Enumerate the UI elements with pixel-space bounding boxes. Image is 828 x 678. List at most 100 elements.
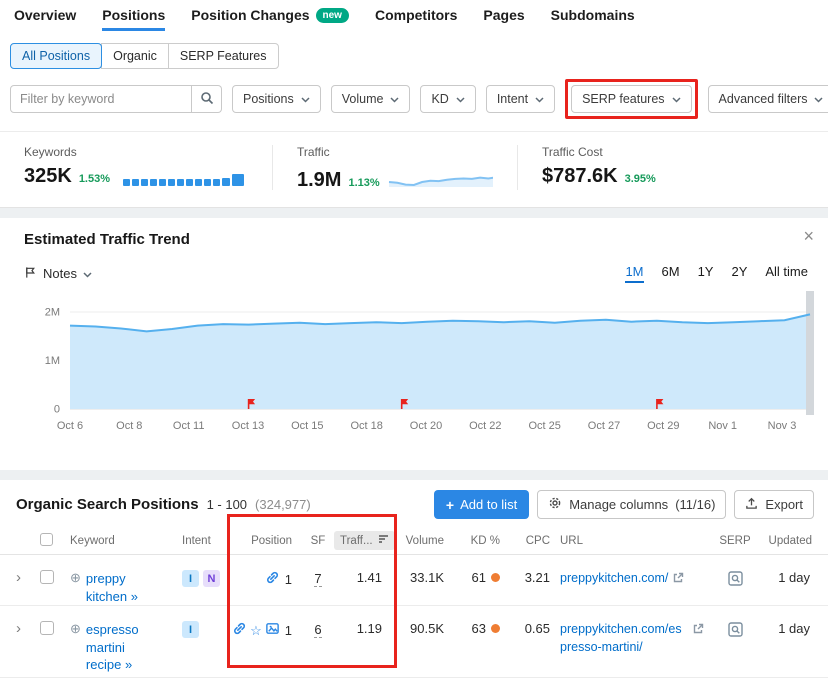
dropdown-label: Positions (243, 92, 294, 106)
updated-value: 1 day (758, 606, 818, 636)
external-link-icon[interactable] (692, 623, 704, 638)
expand-row-icon[interactable]: › (10, 606, 40, 636)
header-url[interactable]: URL (560, 535, 712, 547)
notes-dropdown[interactable]: Notes (24, 266, 92, 282)
chevron-down-icon (535, 92, 544, 106)
traffic-value: 1.41 (357, 570, 382, 585)
flag-icon (24, 266, 37, 282)
select-all-checkbox[interactable] (40, 533, 53, 546)
expand-row-icon[interactable]: › (10, 555, 40, 585)
nav-label: Competitors (375, 7, 457, 23)
nav-label: Positions (102, 7, 165, 23)
header-intent[interactable]: Intent (182, 535, 232, 547)
row-checkbox[interactable] (40, 621, 54, 635)
keyword-filter (10, 85, 222, 113)
table-total-count: (324,977) (255, 497, 311, 512)
table-title: Organic Search Positions (16, 496, 199, 513)
header-cpc[interactable]: CPC (510, 535, 560, 547)
advanced-filters-dropdown[interactable]: Advanced filters (708, 85, 828, 113)
add-to-list-button[interactable]: + Add to list (434, 490, 529, 519)
new-badge: new (316, 8, 349, 23)
header-volume[interactable]: Volume (392, 535, 454, 547)
nav-item-pages[interactable]: Pages (483, 0, 524, 31)
traffic-cost-delta: 3.95% (625, 173, 656, 186)
dropdown-label: Intent (497, 92, 528, 106)
search-button[interactable] (192, 85, 222, 113)
tab-serp-features[interactable]: SERP Features (168, 43, 279, 69)
range-1m[interactable]: 1M (625, 264, 643, 283)
sort-icon (378, 534, 389, 547)
traffic-trend-card: Estimated Traffic Trend × Notes 1M 6M 1Y… (0, 218, 828, 470)
nav-item-competitors[interactable]: Competitors (375, 0, 457, 31)
intent-dropdown[interactable]: Intent (486, 85, 555, 113)
traffic-value: 1.19 (357, 621, 382, 636)
table-header-row: Keyword Intent Position SF Traff... Volu… (0, 527, 828, 555)
external-link-icon[interactable] (672, 572, 684, 587)
kd-value: 63 (472, 621, 486, 636)
keywords-label: Keywords (24, 145, 248, 159)
nav-item-subdomains[interactable]: Subdomains (551, 0, 635, 31)
svg-text:Oct 18: Oct 18 (350, 420, 382, 432)
keywords-value: 325K (24, 166, 72, 186)
traffic-value: 1.9M (297, 170, 341, 190)
tab-all-positions[interactable]: All Positions (10, 43, 102, 69)
header-kd[interactable]: KD % (454, 535, 510, 547)
range-1y[interactable]: 1Y (698, 264, 714, 283)
position-value: 1 (285, 572, 292, 587)
top-section: Overview Positions Position Changes new … (0, 0, 828, 208)
header-sf[interactable]: SF (302, 535, 334, 547)
sf-count-link[interactable]: 6 (314, 622, 321, 638)
header-keyword[interactable]: Keyword (70, 535, 182, 547)
nav-item-position-changes[interactable]: Position Changes new (191, 0, 349, 31)
add-keyword-icon[interactable]: ⊕ (70, 570, 81, 605)
range-2y[interactable]: 2Y (731, 264, 747, 283)
intent-badge-informational: I (182, 570, 199, 587)
volume-dropdown[interactable]: Volume (331, 85, 411, 113)
url-link[interactable]: preppykitchen.com/espresso-martini/ (560, 621, 688, 656)
tab-organic[interactable]: Organic (101, 43, 169, 69)
svg-text:Oct 20: Oct 20 (410, 420, 442, 432)
keyword-more-icon[interactable]: » (131, 589, 138, 604)
kd-dropdown[interactable]: KD (420, 85, 475, 113)
chevron-down-icon (814, 92, 823, 106)
header-updated[interactable]: Updated (758, 535, 818, 547)
svg-text:Oct 6: Oct 6 (57, 420, 83, 432)
serp-snapshot-icon[interactable] (727, 621, 744, 643)
header-traffic-sorted[interactable]: Traff... (334, 531, 395, 550)
keyword-link[interactable]: espresso martini recipe » (86, 621, 152, 674)
nav-item-positions[interactable]: Positions (102, 0, 165, 31)
export-button[interactable]: Export (734, 490, 814, 519)
row-checkbox[interactable] (40, 570, 54, 584)
url-link[interactable]: preppykitchen.com/ (560, 570, 668, 588)
add-keyword-icon[interactable]: ⊕ (70, 621, 81, 674)
intent-badge-informational: I (182, 621, 199, 638)
keyword-filter-input[interactable] (10, 85, 192, 113)
keyword-link[interactable]: preppy kitchen » (86, 570, 152, 605)
svg-text:1M: 1M (45, 355, 60, 367)
serp-features-dropdown[interactable]: SERP features (571, 85, 691, 113)
export-icon (745, 497, 758, 513)
traffic-delta: 1.13% (348, 177, 379, 190)
sf-count-link[interactable]: 7 (314, 571, 321, 587)
chevron-down-icon (672, 92, 681, 106)
keyword-more-icon[interactable]: » (125, 657, 132, 672)
chevron-down-icon (301, 92, 310, 106)
close-icon[interactable]: × (803, 227, 814, 245)
header-serp[interactable]: SERP (712, 535, 758, 547)
range-all-time[interactable]: All time (765, 264, 808, 283)
trend-title: Estimated Traffic Trend (24, 231, 812, 248)
header-position[interactable]: Position (232, 535, 302, 547)
range-6m[interactable]: 6M (662, 264, 680, 283)
traffic-cost-value: $787.6K (542, 166, 618, 186)
serp-snapshot-icon[interactable] (727, 570, 744, 592)
volume-value: 33.1K (410, 570, 444, 585)
svg-text:Oct 8: Oct 8 (116, 420, 142, 432)
nav-item-overview[interactable]: Overview (14, 0, 76, 31)
svg-text:Oct 13: Oct 13 (232, 420, 264, 432)
section-gap (0, 208, 828, 218)
keywords-stat: Keywords 325K 1.53% (0, 145, 272, 190)
positions-dropdown[interactable]: Positions (232, 85, 321, 113)
manage-columns-button[interactable]: Manage columns (11/16) (537, 490, 726, 519)
svg-text:Oct 22: Oct 22 (469, 420, 501, 432)
kd-difficulty-dot (491, 624, 500, 633)
